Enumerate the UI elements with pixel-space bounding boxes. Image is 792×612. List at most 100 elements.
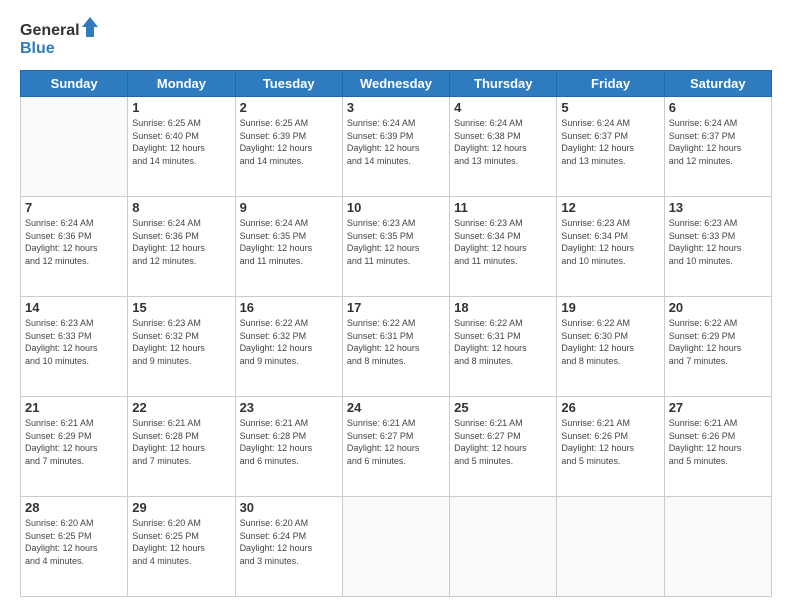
day-info: Sunrise: 6:24 AM Sunset: 6:37 PM Dayligh… xyxy=(669,117,767,167)
day-info: Sunrise: 6:25 AM Sunset: 6:39 PM Dayligh… xyxy=(240,117,338,167)
col-header-wednesday: Wednesday xyxy=(342,71,449,97)
day-info: Sunrise: 6:22 AM Sunset: 6:29 PM Dayligh… xyxy=(669,317,767,367)
day-number: 15 xyxy=(132,300,230,315)
day-info: Sunrise: 6:25 AM Sunset: 6:40 PM Dayligh… xyxy=(132,117,230,167)
calendar-cell: 14 Sunrise: 6:23 AM Sunset: 6:33 PM Dayli… xyxy=(21,297,128,397)
calendar-cell: 11 Sunrise: 6:23 AM Sunset: 6:34 PM Dayli… xyxy=(450,197,557,297)
calendar-cell: 24 Sunrise: 6:21 AM Sunset: 6:27 PM Dayli… xyxy=(342,397,449,497)
day-number: 17 xyxy=(347,300,445,315)
day-number: 1 xyxy=(132,100,230,115)
day-number: 30 xyxy=(240,500,338,515)
day-info: Sunrise: 6:22 AM Sunset: 6:32 PM Dayligh… xyxy=(240,317,338,367)
day-info: Sunrise: 6:20 AM Sunset: 6:25 PM Dayligh… xyxy=(132,517,230,567)
week-row-3: 14 Sunrise: 6:23 AM Sunset: 6:33 PM Dayli… xyxy=(21,297,772,397)
week-row-4: 21 Sunrise: 6:21 AM Sunset: 6:29 PM Dayli… xyxy=(21,397,772,497)
calendar-cell xyxy=(557,497,664,597)
svg-text:Blue: Blue xyxy=(20,40,55,57)
week-row-1: 1 Sunrise: 6:25 AM Sunset: 6:40 PM Daylig… xyxy=(21,97,772,197)
day-number: 5 xyxy=(561,100,659,115)
calendar-cell: 1 Sunrise: 6:25 AM Sunset: 6:40 PM Daylig… xyxy=(128,97,235,197)
calendar-cell: 4 Sunrise: 6:24 AM Sunset: 6:38 PM Daylig… xyxy=(450,97,557,197)
day-number: 12 xyxy=(561,200,659,215)
calendar-cell: 23 Sunrise: 6:21 AM Sunset: 6:28 PM Dayli… xyxy=(235,397,342,497)
day-number: 7 xyxy=(25,200,123,215)
col-header-friday: Friday xyxy=(557,71,664,97)
week-row-5: 28Sunrise: 6:20 AM Sunset: 6:25 PM Dayli… xyxy=(21,497,772,597)
day-number: 19 xyxy=(561,300,659,315)
day-info: Sunrise: 6:23 AM Sunset: 6:34 PM Dayligh… xyxy=(454,217,552,267)
day-number: 18 xyxy=(454,300,552,315)
day-number: 4 xyxy=(454,100,552,115)
day-number: 22 xyxy=(132,400,230,415)
calendar-cell xyxy=(21,97,128,197)
day-number: 10 xyxy=(347,200,445,215)
day-info: Sunrise: 6:20 AM Sunset: 6:25 PM Dayligh… xyxy=(25,517,123,567)
logo-svg: General Blue xyxy=(20,15,100,60)
day-info: Sunrise: 6:21 AM Sunset: 6:28 PM Dayligh… xyxy=(132,417,230,467)
calendar-cell: 16 Sunrise: 6:22 AM Sunset: 6:32 PM Dayli… xyxy=(235,297,342,397)
col-header-sunday: Sunday xyxy=(21,71,128,97)
day-number: 3 xyxy=(347,100,445,115)
day-info: Sunrise: 6:23 AM Sunset: 6:34 PM Dayligh… xyxy=(561,217,659,267)
week-row-2: 7 Sunrise: 6:24 AM Sunset: 6:36 PM Daylig… xyxy=(21,197,772,297)
day-info: Sunrise: 6:22 AM Sunset: 6:31 PM Dayligh… xyxy=(454,317,552,367)
calendar-cell: 22 Sunrise: 6:21 AM Sunset: 6:28 PM Dayli… xyxy=(128,397,235,497)
day-info: Sunrise: 6:24 AM Sunset: 6:37 PM Dayligh… xyxy=(561,117,659,167)
calendar-table: SundayMondayTuesdayWednesdayThursdayFrid… xyxy=(20,70,772,597)
calendar-cell: 29 Sunrise: 6:20 AM Sunset: 6:25 PM Dayli… xyxy=(128,497,235,597)
calendar-cell: 27Sunrise: 6:21 AM Sunset: 6:26 PM Dayli… xyxy=(664,397,771,497)
col-header-saturday: Saturday xyxy=(664,71,771,97)
calendar-cell: 25 Sunrise: 6:21 AM Sunset: 6:27 PM Dayli… xyxy=(450,397,557,497)
calendar-cell: 21 Sunrise: 6:21 AM Sunset: 6:29 PM Dayli… xyxy=(21,397,128,497)
day-number: 29 xyxy=(132,500,230,515)
calendar-header-row: SundayMondayTuesdayWednesdayThursdayFrid… xyxy=(21,71,772,97)
day-info: Sunrise: 6:24 AM Sunset: 6:36 PM Dayligh… xyxy=(132,217,230,267)
calendar-cell: 5 Sunrise: 6:24 AM Sunset: 6:37 PM Daylig… xyxy=(557,97,664,197)
day-number: 6 xyxy=(669,100,767,115)
calendar-cell: 18 Sunrise: 6:22 AM Sunset: 6:31 PM Dayli… xyxy=(450,297,557,397)
day-info: Sunrise: 6:22 AM Sunset: 6:30 PM Dayligh… xyxy=(561,317,659,367)
calendar-cell: 9Sunrise: 6:24 AM Sunset: 6:35 PM Daylig… xyxy=(235,197,342,297)
day-info: Sunrise: 6:23 AM Sunset: 6:35 PM Dayligh… xyxy=(347,217,445,267)
calendar-cell: 13Sunrise: 6:23 AM Sunset: 6:33 PM Dayli… xyxy=(664,197,771,297)
day-info: Sunrise: 6:21 AM Sunset: 6:26 PM Dayligh… xyxy=(669,417,767,467)
day-number: 11 xyxy=(454,200,552,215)
day-number: 25 xyxy=(454,400,552,415)
calendar-cell: 12 Sunrise: 6:23 AM Sunset: 6:34 PM Dayli… xyxy=(557,197,664,297)
day-info: Sunrise: 6:21 AM Sunset: 6:27 PM Dayligh… xyxy=(454,417,552,467)
calendar-cell: 20Sunrise: 6:22 AM Sunset: 6:29 PM Dayli… xyxy=(664,297,771,397)
day-info: Sunrise: 6:24 AM Sunset: 6:36 PM Dayligh… xyxy=(25,217,123,267)
calendar-cell: 28Sunrise: 6:20 AM Sunset: 6:25 PM Dayli… xyxy=(21,497,128,597)
calendar-cell: 7 Sunrise: 6:24 AM Sunset: 6:36 PM Daylig… xyxy=(21,197,128,297)
day-number: 14 xyxy=(25,300,123,315)
day-number: 23 xyxy=(240,400,338,415)
day-info: Sunrise: 6:24 AM Sunset: 6:38 PM Dayligh… xyxy=(454,117,552,167)
day-info: Sunrise: 6:23 AM Sunset: 6:33 PM Dayligh… xyxy=(25,317,123,367)
day-number: 13 xyxy=(669,200,767,215)
day-info: Sunrise: 6:23 AM Sunset: 6:32 PM Dayligh… xyxy=(132,317,230,367)
day-info: Sunrise: 6:20 AM Sunset: 6:24 PM Dayligh… xyxy=(240,517,338,567)
day-info: Sunrise: 6:21 AM Sunset: 6:27 PM Dayligh… xyxy=(347,417,445,467)
calendar-cell: 8 Sunrise: 6:24 AM Sunset: 6:36 PM Daylig… xyxy=(128,197,235,297)
calendar-cell: 17Sunrise: 6:22 AM Sunset: 6:31 PM Dayli… xyxy=(342,297,449,397)
day-number: 21 xyxy=(25,400,123,415)
col-header-monday: Monday xyxy=(128,71,235,97)
day-info: Sunrise: 6:21 AM Sunset: 6:26 PM Dayligh… xyxy=(561,417,659,467)
calendar-cell: 10 Sunrise: 6:23 AM Sunset: 6:35 PM Dayli… xyxy=(342,197,449,297)
header: General Blue xyxy=(20,15,772,60)
day-number: 9 xyxy=(240,200,338,215)
day-info: Sunrise: 6:24 AM Sunset: 6:39 PM Dayligh… xyxy=(347,117,445,167)
calendar-cell: 15 Sunrise: 6:23 AM Sunset: 6:32 PM Dayli… xyxy=(128,297,235,397)
calendar-cell: 3 Sunrise: 6:24 AM Sunset: 6:39 PM Daylig… xyxy=(342,97,449,197)
day-number: 24 xyxy=(347,400,445,415)
day-info: Sunrise: 6:21 AM Sunset: 6:29 PM Dayligh… xyxy=(25,417,123,467)
day-number: 8 xyxy=(132,200,230,215)
calendar-cell xyxy=(664,497,771,597)
calendar-cell: 30 Sunrise: 6:20 AM Sunset: 6:24 PM Dayli… xyxy=(235,497,342,597)
col-header-tuesday: Tuesday xyxy=(235,71,342,97)
day-info: Sunrise: 6:21 AM Sunset: 6:28 PM Dayligh… xyxy=(240,417,338,467)
day-number: 16 xyxy=(240,300,338,315)
day-number: 26 xyxy=(561,400,659,415)
svg-text:General: General xyxy=(20,22,80,39)
page: General Blue SundayMondayTuesdayWednesda… xyxy=(0,0,792,612)
